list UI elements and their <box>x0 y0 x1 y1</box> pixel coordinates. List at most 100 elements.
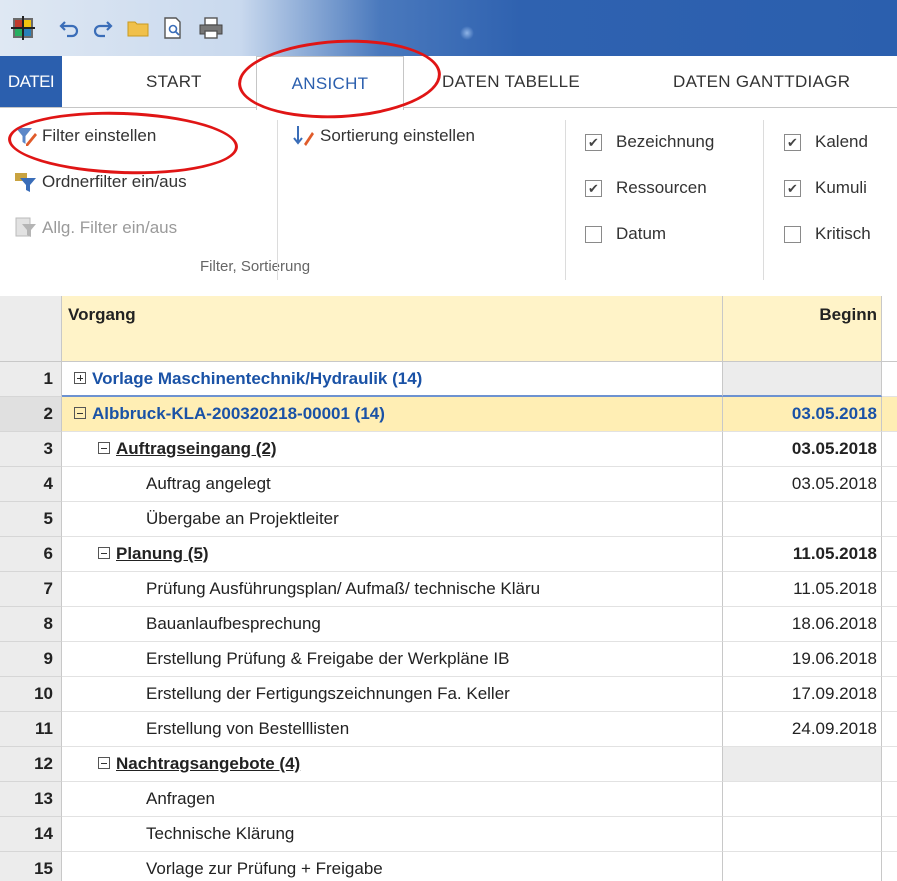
table-row[interactable]: 5 Übergabe an Projektleiter <box>0 502 897 537</box>
checkbox-ressourcen[interactable]: ✔ Ressourcen <box>585 178 707 198</box>
checkbox-bezeichnung-box[interactable]: ✔ <box>585 133 602 151</box>
tab-datei[interactable]: DATEI <box>0 56 62 108</box>
sortierung-einstellen-button[interactable]: Sortierung einstellen <box>292 124 475 148</box>
table-row[interactable]: 14 Technische Klärung <box>0 817 897 852</box>
beginn-cell[interactable]: 19.06.2018 <box>723 642 882 677</box>
vorgang-cell[interactable]: Bauanlaufbesprechung <box>62 607 723 642</box>
ordnerfilter-button[interactable]: Ordnerfilter ein/aus <box>14 170 187 194</box>
row-number[interactable]: 6 <box>0 537 62 572</box>
checkbox-datum[interactable]: Datum <box>585 224 666 244</box>
beginn-cell[interactable] <box>723 852 882 881</box>
next-column-cell[interactable] <box>882 467 897 502</box>
next-column-cell[interactable] <box>882 397 897 432</box>
row-number[interactable]: 3 <box>0 432 62 467</box>
beginn-cell[interactable]: 17.09.2018 <box>723 677 882 712</box>
table-row[interactable]: 1 Vorlage Maschinentechnik/Hydraulik (14) <box>0 362 897 397</box>
beginn-cell[interactable] <box>723 362 882 397</box>
beginn-cell[interactable]: 11.05.2018 <box>723 537 882 572</box>
checkbox-datum-box[interactable] <box>585 225 602 243</box>
next-column-cell[interactable] <box>882 572 897 607</box>
collapse-icon[interactable] <box>74 407 86 419</box>
row-number[interactable]: 7 <box>0 572 62 607</box>
beginn-cell[interactable]: 11.05.2018 <box>723 572 882 607</box>
table-row[interactable]: 8 Bauanlaufbesprechung 18.06.2018 <box>0 607 897 642</box>
collapse-icon[interactable] <box>98 547 110 559</box>
tab-start[interactable]: START <box>146 56 202 108</box>
next-column-cell[interactable] <box>882 817 897 852</box>
table-row[interactable]: 10 Erstellung der Fertigungszeichnungen F… <box>0 677 897 712</box>
table-row[interactable]: 9 Erstellung Prüfung & Freigabe der Werkp… <box>0 642 897 677</box>
tab-ansicht[interactable]: ANSICHT <box>256 56 404 110</box>
vorgang-cell[interactable]: Planung (5) <box>62 537 723 572</box>
next-column-cell[interactable] <box>882 677 897 712</box>
table-row[interactable]: 2 Albbruck-KLA-200320218-00001 (14) 03.05.… <box>0 397 897 432</box>
beginn-cell[interactable]: 03.05.2018 <box>723 467 882 502</box>
print-icon[interactable] <box>196 14 226 42</box>
table-row[interactable]: 4 Auftrag angelegt 03.05.2018 <box>0 467 897 502</box>
row-number[interactable]: 14 <box>0 817 62 852</box>
table-row[interactable]: 15 Vorlage zur Prüfung + Freigabe <box>0 852 897 881</box>
checkbox-kritisch[interactable]: Kritisch <box>784 224 871 244</box>
checkbox-kumuliert[interactable]: ✔ Kumuli <box>784 178 867 198</box>
next-column-cell[interactable] <box>882 502 897 537</box>
next-column-cell[interactable] <box>882 782 897 817</box>
table-row[interactable]: 3 Auftragseingang (2) 03.05.2018 <box>0 432 897 467</box>
beginn-cell[interactable]: 18.06.2018 <box>723 607 882 642</box>
vorgang-cell[interactable]: Erstellung der Fertigungszeichnungen Fa.… <box>62 677 723 712</box>
next-column-cell[interactable] <box>882 642 897 677</box>
vorgang-cell[interactable]: Prüfung Ausführungsplan/ Aufmaß/ technis… <box>62 572 723 607</box>
row-number[interactable]: 9 <box>0 642 62 677</box>
checkbox-kumuliert-box[interactable]: ✔ <box>784 179 801 197</box>
vorgang-cell[interactable]: Auftragseingang (2) <box>62 432 723 467</box>
row-number[interactable]: 1 <box>0 362 62 397</box>
table-row[interactable]: 6 Planung (5) 11.05.2018 <box>0 537 897 572</box>
vorgang-cell[interactable]: Auftrag angelegt <box>62 467 723 502</box>
table-row[interactable]: 7 Prüfung Ausführungsplan/ Aufmaß/ techni… <box>0 572 897 607</box>
undo-icon[interactable] <box>58 14 82 42</box>
row-number[interactable]: 11 <box>0 712 62 747</box>
row-number[interactable]: 8 <box>0 607 62 642</box>
app-logo-icon[interactable] <box>8 14 38 42</box>
vorgang-cell[interactable]: Erstellung von Bestelllisten <box>62 712 723 747</box>
allg-filter-button[interactable]: Allg. Filter ein/aus <box>14 216 177 240</box>
next-column-cell[interactable] <box>882 747 897 782</box>
column-header-beginn[interactable]: Beginn <box>723 296 882 362</box>
vorgang-cell[interactable]: Anfragen <box>62 782 723 817</box>
grid-corner[interactable] <box>0 296 62 362</box>
checkbox-kritisch-box[interactable] <box>784 225 801 243</box>
vorgang-cell[interactable]: Erstellung Prüfung & Freigabe der Werkpl… <box>62 642 723 677</box>
collapse-icon[interactable] <box>98 757 110 769</box>
row-number[interactable]: 4 <box>0 467 62 502</box>
beginn-cell[interactable] <box>723 782 882 817</box>
vorgang-cell[interactable]: Vorlage zur Prüfung + Freigabe <box>62 852 723 881</box>
next-column-cell[interactable] <box>882 362 897 397</box>
next-column-cell[interactable] <box>882 712 897 747</box>
row-number[interactable]: 15 <box>0 852 62 881</box>
table-row[interactable]: 11 Erstellung von Bestelllisten 24.09.2018 <box>0 712 897 747</box>
print-preview-icon[interactable] <box>160 14 186 42</box>
vorgang-cell[interactable]: Technische Klärung <box>62 817 723 852</box>
row-number[interactable]: 5 <box>0 502 62 537</box>
next-column-cell[interactable] <box>882 432 897 467</box>
folder-icon[interactable] <box>124 14 152 42</box>
tab-daten-ganttdiagramm[interactable]: DATEN GANTTDIAGR <box>673 56 850 108</box>
collapse-icon[interactable] <box>98 442 110 454</box>
row-number[interactable]: 13 <box>0 782 62 817</box>
row-number[interactable]: 12 <box>0 747 62 782</box>
beginn-cell[interactable] <box>723 502 882 537</box>
row-number[interactable]: 10 <box>0 677 62 712</box>
vorgang-cell[interactable]: Nachtragsangebote (4) <box>62 747 723 782</box>
checkbox-bezeichnung[interactable]: ✔ Bezeichnung <box>585 132 714 152</box>
vorgang-cell[interactable]: Albbruck-KLA-200320218-00001 (14) <box>62 397 723 432</box>
column-header-vorgang[interactable]: Vorgang <box>62 296 723 362</box>
beginn-cell[interactable]: 03.05.2018 <box>723 432 882 467</box>
next-column-cell[interactable] <box>882 607 897 642</box>
next-column-cell[interactable] <box>882 852 897 881</box>
filter-einstellen-button[interactable]: Filter einstellen <box>14 124 156 148</box>
expand-icon[interactable] <box>74 372 86 384</box>
vorgang-cell[interactable]: Übergabe an Projektleiter <box>62 502 723 537</box>
beginn-cell[interactable] <box>723 747 882 782</box>
checkbox-kalender-box[interactable]: ✔ <box>784 133 801 151</box>
beginn-cell[interactable]: 03.05.2018 <box>723 397 882 432</box>
table-row[interactable]: 13 Anfragen <box>0 782 897 817</box>
